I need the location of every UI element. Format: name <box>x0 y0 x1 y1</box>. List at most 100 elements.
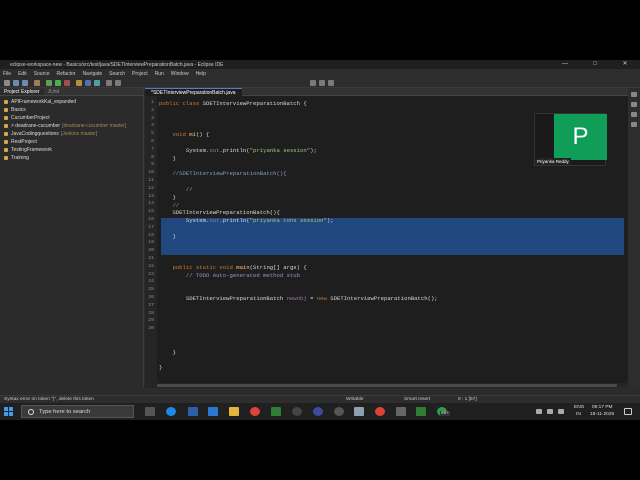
tree-item-restproject[interactable]: RestProject <box>0 138 143 146</box>
tree-item-label: > deadrane-cucumber <box>11 123 61 129</box>
search-icon <box>28 408 34 415</box>
run-icon[interactable] <box>55 80 61 86</box>
project-folder-icon <box>4 140 8 144</box>
menu-run[interactable]: Run <box>155 71 164 77</box>
menu-refactor[interactable]: Refactor <box>57 71 76 77</box>
tree-item-apiframework[interactable]: APIFrameworkKal_expanded <box>0 98 143 106</box>
app-icon[interactable] <box>188 407 198 416</box>
menu-source[interactable]: Source <box>34 71 50 77</box>
status-cursor-position: 9 : 1 [57] <box>458 397 477 402</box>
line-number: 2 <box>151 107 154 113</box>
tree-item-basics[interactable]: Basics <box>0 106 143 114</box>
editor-tabs: *SDETInterviewPreparationBatch.java <box>145 87 640 96</box>
code-line-5: void m1() { <box>159 131 209 138</box>
menu-project[interactable]: Project <box>132 71 148 77</box>
code-token: public static void <box>172 263 237 271</box>
eclipse-icon[interactable] <box>292 407 302 416</box>
menu-window[interactable]: Window <box>171 71 189 77</box>
line-number: 4 <box>151 123 154 129</box>
problems-view-icon[interactable] <box>631 122 637 127</box>
tree-item-deadrane-cucumber[interactable]: > deadrane-cucumber [deadrane-cucumber m… <box>0 122 143 130</box>
save-all-icon[interactable] <box>22 80 28 86</box>
menu-help[interactable]: Help <box>196 71 206 77</box>
code-token: "priyanka session" <box>249 147 311 154</box>
editor-horizontal-scrollbar[interactable] <box>157 383 634 388</box>
code-line-23: // TODO Auto-generated method stub <box>159 272 300 279</box>
chevron-up-icon[interactable] <box>525 409 531 414</box>
debug-icon[interactable] <box>46 80 52 86</box>
code-token: out <box>209 147 220 154</box>
taskbar-search-box[interactable]: Type here to search <box>21 405 134 418</box>
code-line-12: // <box>159 186 193 193</box>
menu-edit[interactable]: Edit <box>18 71 27 77</box>
line-number: 1 <box>151 100 154 105</box>
windows-start-icon[interactable] <box>4 407 13 416</box>
tree-item-cucumberproject[interactable]: CucumberProject <box>0 114 143 122</box>
editor-tab-active[interactable]: *SDETInterviewPreparationBatch.java <box>145 87 242 96</box>
menu-search[interactable]: Search <box>109 71 125 77</box>
eclipse-window: eclipse-workspace-new - Basics/src/test/… <box>0 60 640 420</box>
menu-file[interactable]: File <box>3 71 11 77</box>
line-number: 28 <box>148 310 154 316</box>
tree-item-training[interactable]: Training <box>0 154 143 162</box>
code-token: void <box>172 131 190 138</box>
new-class-icon[interactable] <box>94 80 100 86</box>
external-tools-icon[interactable] <box>64 80 70 86</box>
wifi-icon[interactable] <box>536 409 542 414</box>
tab-junit[interactable]: JUnit <box>44 89 63 95</box>
scrollbar-thumb[interactable] <box>157 384 617 387</box>
search-icon[interactable] <box>115 80 121 86</box>
chrome-icon[interactable] <box>375 407 385 416</box>
minimize-button[interactable]: — <box>550 60 580 69</box>
file-explorer-icon[interactable] <box>229 407 239 416</box>
edge-icon[interactable] <box>166 407 176 416</box>
eclipse-active-icon[interactable] <box>334 407 344 416</box>
code-token: SDETInterviewPreparationBatch(); <box>330 295 438 302</box>
code-line-18: } <box>159 233 175 240</box>
excel-icon[interactable] <box>416 407 426 416</box>
clock-date[interactable]: 18-11-2025 <box>590 412 614 417</box>
restore-view-icon[interactable] <box>631 92 637 97</box>
terminal-icon[interactable] <box>396 407 406 416</box>
new-file-icon[interactable] <box>4 80 10 86</box>
save-icon[interactable] <box>13 80 19 86</box>
new-java-project-icon[interactable] <box>76 80 82 86</box>
tree-item-testingframework[interactable]: TestingFramework <box>0 146 143 154</box>
forward-icon[interactable] <box>319 80 325 86</box>
eclipse-icon[interactable] <box>313 407 323 416</box>
excel-icon[interactable] <box>271 407 281 416</box>
menu-navigate[interactable]: Navigate <box>82 71 102 77</box>
project-explorer-panel: Project Explorer JUnit APIFrameworkKal_e… <box>0 88 144 388</box>
task-list-icon[interactable] <box>631 112 637 117</box>
status-bar: Syntax error on token "}", delete this t… <box>0 395 640 403</box>
build-icon[interactable] <box>34 80 40 86</box>
code-token: SDETInterviewPreparationBatch <box>185 295 287 302</box>
tree-item-javacodingquestions[interactable]: JavaCodingquestions [Jenkins master] <box>0 130 143 138</box>
maximize-button[interactable]: □ <box>580 60 610 69</box>
task-view-icon[interactable] <box>145 407 155 416</box>
language-indicator[interactable]: ENG <box>574 405 584 410</box>
chrome-icon[interactable] <box>250 407 260 416</box>
line-number: 11 <box>148 178 154 183</box>
outline-view-icon[interactable] <box>631 102 637 107</box>
code-token: SDETInterviewPreparationBatch { <box>202 100 307 107</box>
new-package-icon[interactable] <box>85 80 91 86</box>
line-number: 9 <box>151 162 154 168</box>
clock-time[interactable]: 09:17 PM <box>592 405 613 410</box>
notification-badge: 99+ <box>440 411 451 416</box>
notifications-icon[interactable] <box>624 408 632 415</box>
code-token: m1 <box>189 131 196 138</box>
app-icon[interactable] <box>354 407 364 416</box>
code-line-8: } <box>159 155 175 162</box>
volume-icon[interactable] <box>547 409 553 414</box>
close-button[interactable]: ✕ <box>610 60 640 69</box>
battery-icon[interactable] <box>558 409 564 414</box>
code-token: out <box>209 217 220 224</box>
annotation-next-icon[interactable] <box>328 80 334 86</box>
tab-project-explorer[interactable]: Project Explorer <box>0 88 44 95</box>
line-number: 13 <box>148 193 154 199</box>
vscode-icon[interactable] <box>208 407 218 416</box>
line-number: 19 <box>148 240 154 246</box>
open-type-icon[interactable] <box>106 80 112 86</box>
back-icon[interactable] <box>310 80 316 86</box>
